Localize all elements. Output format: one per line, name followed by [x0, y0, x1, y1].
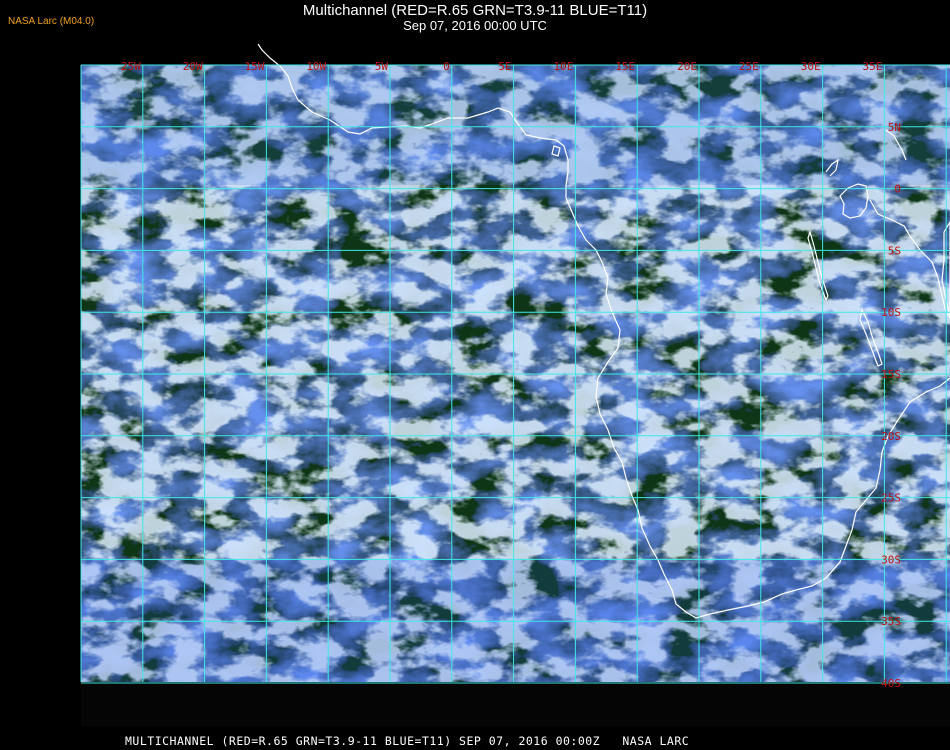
- longitude-label: 10W: [306, 60, 326, 73]
- longitude-label: 15W: [245, 60, 265, 73]
- longitude-label: 30E: [801, 60, 821, 73]
- itcz-cloud-band: [81, 65, 950, 185]
- longitude-label: 25E: [739, 60, 759, 73]
- longitude-label: 20W: [183, 60, 203, 73]
- latitude-label: 40S: [881, 677, 901, 690]
- longitude-label: 0: [443, 60, 450, 73]
- latitude-label: 5S: [888, 244, 901, 257]
- latitude-label: 5N: [888, 121, 901, 134]
- lower-blank-area: [81, 682, 950, 726]
- footer-caption: MULTICHANNEL (RED=R.65 GRN=T3.9-11 BLUE=…: [125, 734, 690, 748]
- longitude-label: 20E: [677, 60, 697, 73]
- longitude-label: 10E: [554, 60, 574, 73]
- longitude-label: 5W: [375, 60, 389, 73]
- longitude-label: 35E: [863, 60, 883, 73]
- latitude-label: 30S: [881, 553, 901, 566]
- latitude-label: 0: [894, 183, 901, 196]
- latitude-label: 35S: [881, 615, 901, 628]
- longitude-label: 5E: [498, 60, 511, 73]
- longitude-label: 15E: [615, 60, 635, 73]
- latitude-label: 25S: [881, 492, 901, 505]
- latitude-label: 20S: [881, 430, 901, 443]
- latitude-label: 10S: [881, 306, 901, 319]
- latitude-label: 15S: [881, 368, 901, 381]
- longitude-label: 25W: [121, 60, 141, 73]
- satellite-map: 25W 20W 15W 10W 5W 0 5E 10E 15E 20E 25E 30E 35E 5N 0 5S…: [80, 43, 950, 726]
